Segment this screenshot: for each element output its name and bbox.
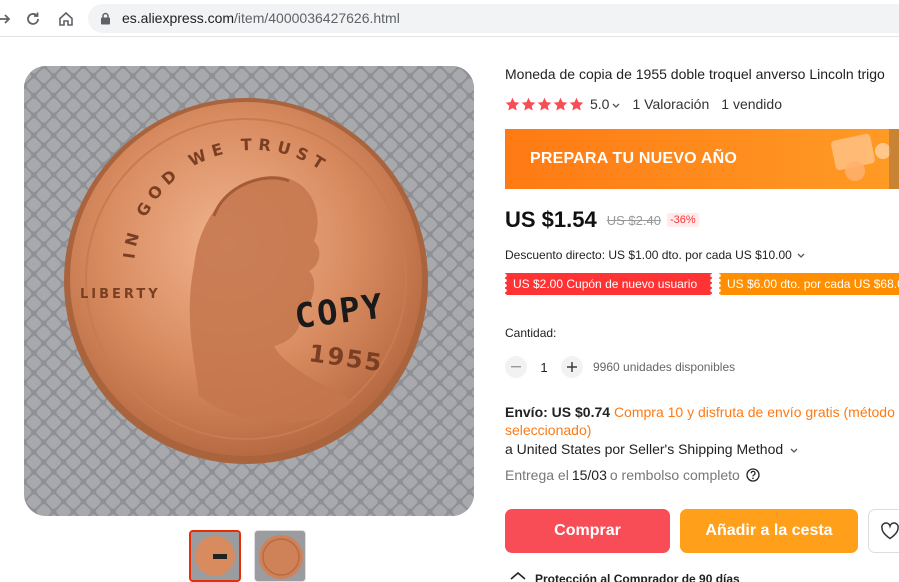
delivery-prefix: Entrega el xyxy=(505,467,569,483)
lock-icon xyxy=(100,12,111,30)
quantity-stepper: 1 9960 unidades disponibles xyxy=(505,356,735,378)
help-icon[interactable] xyxy=(746,468,760,482)
url-text: es.aliexpress.com/item/4000036427626.htm… xyxy=(122,10,400,26)
decrease-button[interactable] xyxy=(505,356,527,378)
original-price: US $2.40 xyxy=(606,212,661,228)
stock-count: 9960 unidades disponibles xyxy=(593,360,736,374)
rating-row: 5.0 1 Valoración 1 vendido xyxy=(505,96,782,112)
add-to-cart-button[interactable]: Añadir a la cesta xyxy=(680,509,858,553)
buy-now-button[interactable]: Comprar xyxy=(505,509,670,553)
url-path: /item/4000036427626.html xyxy=(234,10,400,26)
rating-stars xyxy=(505,97,584,112)
star-icon xyxy=(569,97,584,110)
product-main-image[interactable]: IN GOD WE TRUST LIBERTY COPY 1955 xyxy=(24,66,474,516)
increase-button[interactable] xyxy=(561,356,583,378)
direct-discount-text: Descuento directo: US $1.00 dto. por cad… xyxy=(505,248,792,262)
shipping-info: Envío: US $0.74 Compra 10 y disfruta de … xyxy=(505,403,899,439)
promo-banner-text: PREPARA TU NUEVO AÑO xyxy=(530,150,737,167)
shipping-cost: Envío: US $0.74 xyxy=(505,404,611,420)
shield-icon xyxy=(510,572,526,580)
promo-banner[interactable]: PREPARA TU NUEVO AÑO xyxy=(505,129,899,189)
star-icon xyxy=(553,97,568,110)
star-icon xyxy=(505,97,520,110)
shipping-method[interactable]: a United States por Seller's Shipping Me… xyxy=(505,441,798,457)
buyer-protection[interactable]: Protección al Comprador de 90 días xyxy=(509,572,740,582)
price-row: US $1.54 US $2.40 -36% xyxy=(505,207,699,233)
delivery-date: 15/03 xyxy=(571,467,607,483)
direct-discount[interactable]: Descuento directo: US $1.00 dto. por cad… xyxy=(505,248,805,262)
star-icon xyxy=(537,97,552,110)
gift-decoration-icon xyxy=(831,129,899,189)
chevron-down-icon xyxy=(797,253,805,258)
current-price: US $1.54 xyxy=(505,207,597,232)
star-icon xyxy=(521,97,536,110)
reload-icon[interactable] xyxy=(21,7,45,31)
coupon-store[interactable]: US $6.00 dto. por cada US $68.00 xyxy=(719,273,899,295)
thumbnail-1[interactable] xyxy=(189,530,241,582)
url-host: es.aliexpress.com xyxy=(122,10,235,26)
product-info: Moneda de copia de 1955 doble troquel an… xyxy=(505,0,899,582)
discount-badge: -36% xyxy=(666,213,699,227)
quantity-label: Cantidad: xyxy=(505,326,557,340)
product-title: Moneda de copia de 1955 doble troquel an… xyxy=(505,66,885,82)
coupon-new-user[interactable]: US $2.00 Cupón de nuevo usuario xyxy=(505,273,712,295)
wishlist-button[interactable] xyxy=(868,509,899,553)
shipping-method-text: a United States por Seller's Shipping Me… xyxy=(505,441,784,457)
chevron-down-icon[interactable] xyxy=(612,96,620,112)
rating-value[interactable]: 5.0 xyxy=(590,96,609,112)
sold-count: 1 vendido xyxy=(721,96,782,112)
home-icon[interactable] xyxy=(54,7,78,31)
delivery-suffix: o rembolso completo xyxy=(609,467,740,483)
heart-icon xyxy=(881,522,899,540)
delivery-estimate: Entrega el 15/03 o rembolso completo xyxy=(505,467,760,483)
coin-liberty: LIBERTY xyxy=(80,287,161,302)
quantity-input[interactable]: 1 xyxy=(527,360,561,375)
thumbnail-2[interactable] xyxy=(254,530,306,582)
buyer-protection-text: Protección al Comprador de 90 días xyxy=(535,572,740,582)
reviews-count[interactable]: 1 Valoración xyxy=(632,96,709,112)
chevron-down-icon xyxy=(790,448,798,453)
forward-icon[interactable] xyxy=(0,7,16,31)
